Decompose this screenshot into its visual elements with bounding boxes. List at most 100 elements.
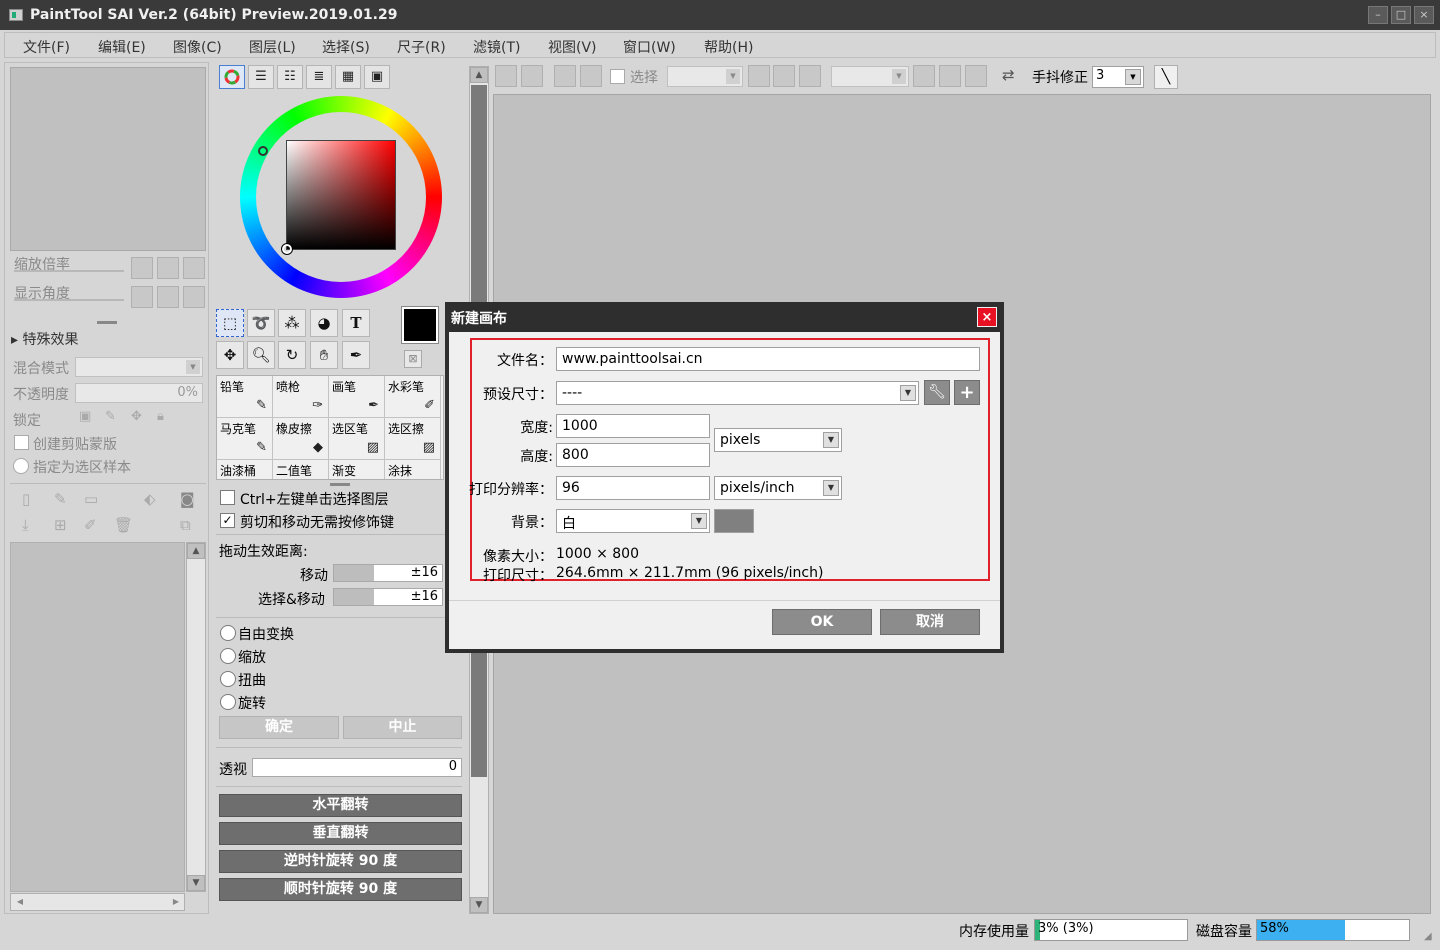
transfer-down-icon[interactable]: ⤓ <box>22 516 29 534</box>
rotate-cw-button[interactable]: 顺时针旋转 90 度 <box>219 878 462 901</box>
scroll-down-icon[interactable]: ▼ <box>187 875 205 891</box>
abort-transform-button[interactable]: 中止 <box>343 716 462 739</box>
current-color-swatch[interactable] <box>401 306 439 344</box>
opacity-field[interactable]: 0% <box>75 383 203 403</box>
text-tool[interactable]: T <box>342 309 370 337</box>
panel-splitter[interactable] <box>97 321 117 324</box>
brush-watercolor[interactable]: 水彩笔 ✐ <box>385 376 441 418</box>
deselect-button[interactable] <box>554 65 576 87</box>
free-transform-radio[interactable] <box>220 625 236 641</box>
filename-input[interactable] <box>556 347 980 371</box>
lock-transparency-icon[interactable]: ▣ <box>79 409 91 424</box>
line-tool-button[interactable]: ╲ <box>1154 65 1178 89</box>
size-unit-select[interactable]: pixels ▼ <box>714 428 842 452</box>
rotate-reset-canvas-button[interactable] <box>965 65 987 87</box>
zoom-tool[interactable]: 🔍︎ <box>247 341 275 369</box>
menu-edit[interactable]: 编辑(E) <box>98 37 146 57</box>
cancel-button[interactable]: 取消 <box>880 609 980 635</box>
menu-ruler[interactable]: 尺子(R) <box>397 37 446 57</box>
panel-splitter-tools[interactable] <box>330 483 350 486</box>
lock-move-icon[interactable]: ✥ <box>131 409 142 424</box>
rotate-ccw-button[interactable]: 逆时针旋转 90 度 <box>219 850 462 873</box>
zoom-reset-canvas-button[interactable] <box>799 65 821 87</box>
invert-select-button[interactable] <box>580 65 602 87</box>
preset-edit-button[interactable]: 🔧︎ <box>924 380 950 405</box>
mask-icon[interactable]: ◙ <box>180 490 195 508</box>
brush-brush[interactable]: 画笔 ✒ <box>329 376 385 418</box>
blend-mode-select[interactable]: ▼ <box>75 357 203 377</box>
brush-binary[interactable]: 二值笔 <box>273 460 329 479</box>
move-distance-slider[interactable]: ±16 <box>333 564 443 582</box>
magic-wand-tool[interactable]: ⁂ <box>278 309 306 337</box>
close-window-button[interactable]: × <box>1414 6 1434 24</box>
rotate-radio[interactable] <box>220 694 236 710</box>
scroll-left-icon[interactable]: ◀ <box>12 895 28 909</box>
scroll-right-icon[interactable]: ▶ <box>168 895 184 909</box>
menu-select[interactable]: 选择(S) <box>322 37 370 57</box>
perspective-slider[interactable]: 0 <box>252 758 462 777</box>
dpi-input[interactable] <box>556 476 710 500</box>
layer-list-hscrollbar[interactable]: ◀ ▶ <box>10 893 185 911</box>
rotate-ccw-canvas-button[interactable] <box>913 65 935 87</box>
scroll-up-icon[interactable]: ▲ <box>470 67 488 83</box>
layer-list[interactable] <box>10 542 185 892</box>
redo-button[interactable] <box>521 65 543 87</box>
transparent-color-icon[interactable]: ⊠ <box>404 350 422 368</box>
angle-slider[interactable] <box>14 299 124 301</box>
brush-bucket[interactable]: 油漆桶 <box>217 460 273 479</box>
zoom-in-button[interactable] <box>157 257 179 279</box>
new-linework-icon[interactable]: ✎ <box>54 490 67 508</box>
sample-radio[interactable] <box>13 458 29 474</box>
scale-radio[interactable] <box>220 648 236 664</box>
lock-paint-icon[interactable]: ✎ <box>105 409 116 424</box>
flip-view-icon[interactable]: ⇄ <box>1002 66 1015 84</box>
cut-move-checkbox[interactable]: ✓ <box>220 513 235 528</box>
scroll-down-icon[interactable]: ▼ <box>470 897 488 913</box>
brush-select-eraser[interactable]: 选区擦 ▨ <box>385 418 441 460</box>
brush-select-pen[interactable]: 选区笔 ▨ <box>329 418 385 460</box>
zoom-reset-button[interactable] <box>183 257 205 279</box>
flip-vertical-button[interactable]: 垂直翻转 <box>219 822 462 845</box>
ctrl-click-checkbox[interactable] <box>220 490 235 505</box>
scroll-up-icon[interactable]: ▲ <box>187 543 205 559</box>
width-input[interactable] <box>556 414 710 438</box>
brush-airbrush[interactable]: 喷枪 ✑ <box>273 376 329 418</box>
menu-filter[interactable]: 滤镜(T) <box>473 37 520 57</box>
stabilizer-select[interactable]: 3 ▼ <box>1092 66 1144 88</box>
zoom-select[interactable]: ▼ <box>667 66 743 87</box>
flip-horizontal-button[interactable]: 水平翻转 <box>219 794 462 817</box>
menu-file[interactable]: 文件(F) <box>23 37 70 57</box>
background-select[interactable]: 白 ▼ <box>556 509 710 533</box>
dialog-close-button[interactable]: × <box>977 307 997 327</box>
ok-button[interactable]: OK <box>772 609 872 635</box>
hue-cursor[interactable] <box>258 146 268 156</box>
color-wheel-tab[interactable] <box>219 65 245 89</box>
sv-square[interactable] <box>286 140 396 250</box>
hsv-slider-tab[interactable]: ☷ <box>277 65 303 89</box>
new-layer-icon[interactable]: ▯ <box>22 490 30 508</box>
zoom-in-canvas-button[interactable] <box>773 65 795 87</box>
brush-pencil[interactable]: 铅笔 ✎ <box>217 376 273 418</box>
preset-add-button[interactable]: + <box>954 380 980 405</box>
lasso-tool[interactable]: ➰ <box>247 309 275 337</box>
scratchpad-tab[interactable]: ▣ <box>364 65 390 89</box>
maximize-button[interactable]: □ <box>1391 6 1411 24</box>
menu-view[interactable]: 视图(V) <box>548 37 597 57</box>
angle-reset-button[interactable] <box>183 286 205 308</box>
new-folder-icon[interactable]: ▭ <box>84 490 98 508</box>
minimize-button[interactable]: – <box>1368 6 1388 24</box>
layer-effect-icon[interactable]: ⬖ <box>144 490 156 508</box>
angle-select[interactable]: ▼ <box>831 66 909 87</box>
menu-window[interactable]: 窗口(W) <box>623 37 676 57</box>
rotate-right-button[interactable] <box>157 286 179 308</box>
move-tool[interactable]: ✥ <box>216 341 244 369</box>
layer-list-scrollbar[interactable]: ▲ ▼ <box>186 542 206 892</box>
brush-smudge[interactable]: 涂抹 <box>385 460 441 479</box>
brush-gradient[interactable]: 渐变 <box>329 460 385 479</box>
select-move-distance-slider[interactable]: ±16 <box>333 588 443 606</box>
rotate-left-button[interactable] <box>131 286 153 308</box>
distort-radio[interactable] <box>220 671 236 687</box>
menu-image[interactable]: 图像(C) <box>173 37 222 57</box>
rotate-cw-canvas-button[interactable] <box>939 65 961 87</box>
eyedropper-tool[interactable]: ✒ <box>342 341 370 369</box>
